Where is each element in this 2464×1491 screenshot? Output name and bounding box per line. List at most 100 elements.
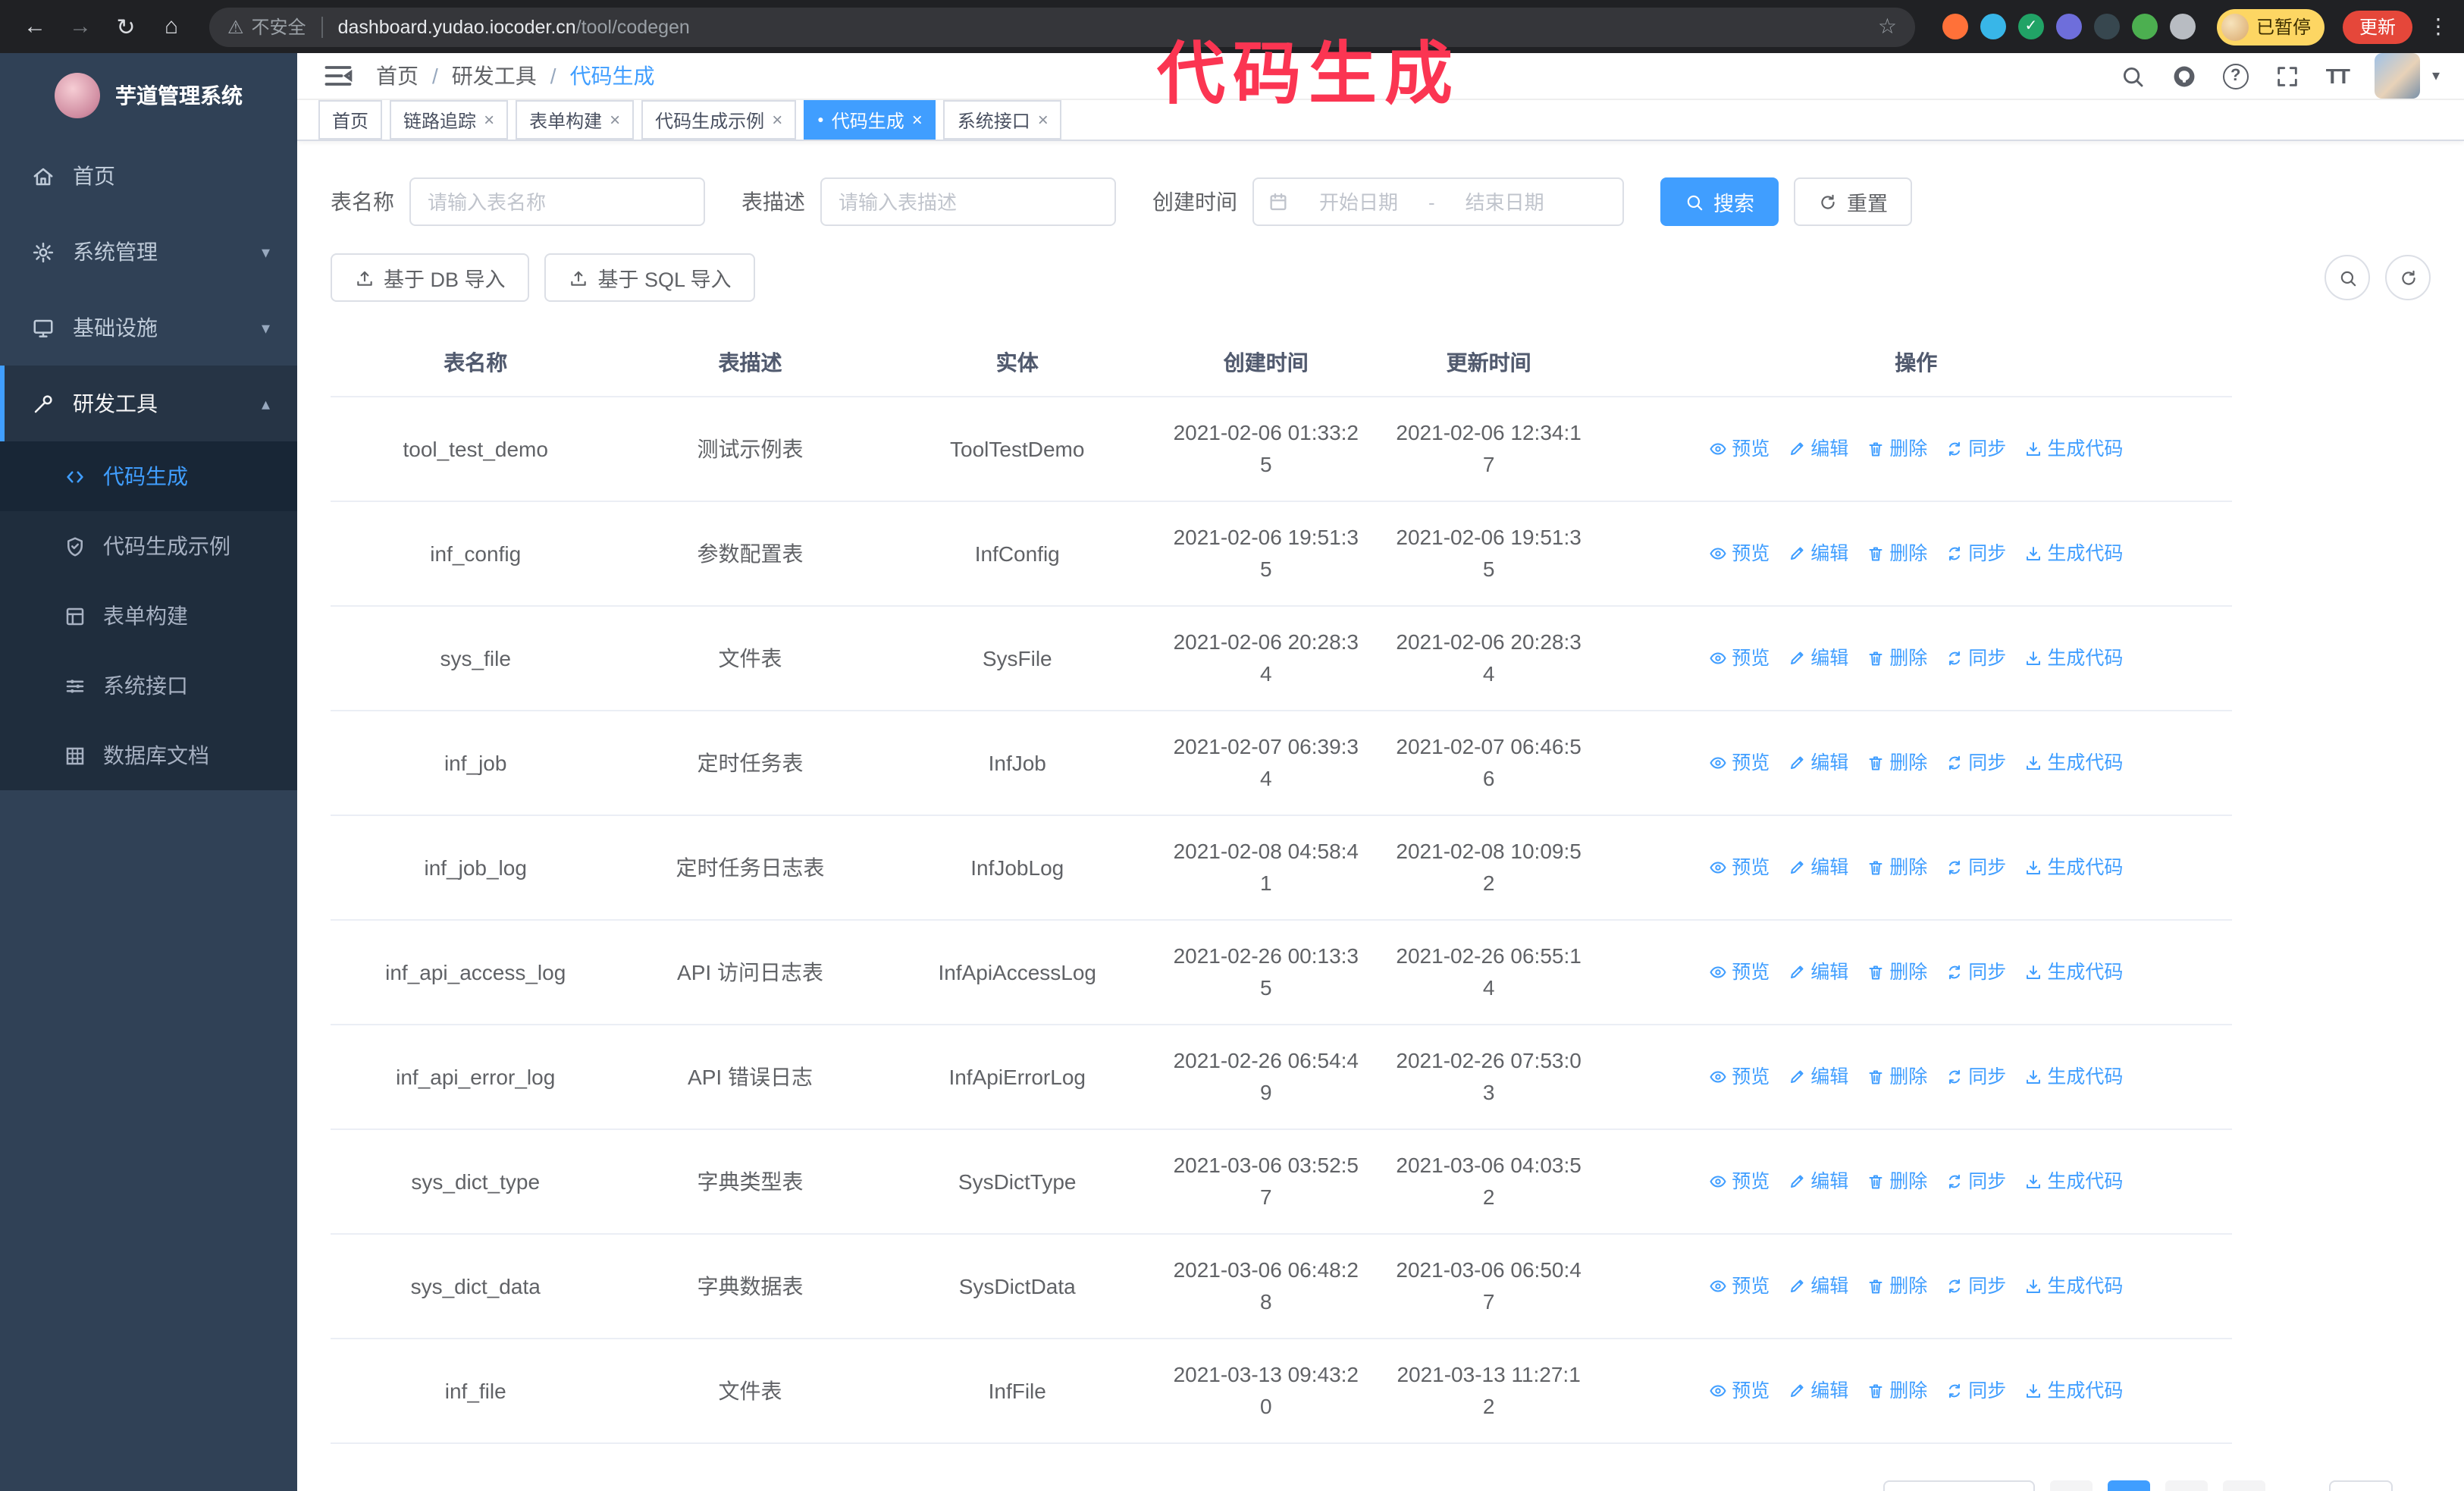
github-icon[interactable] [2171,63,2197,89]
browser-update-button[interactable]: 更新 [2342,10,2412,43]
preview-link[interactable]: 预览 [1709,642,1770,674]
generate-code-link[interactable]: 生成代码 [2024,538,2123,570]
breadcrumb-home[interactable]: 首页 [376,61,419,91]
delete-link[interactable]: 删除 [1867,956,1927,988]
user-avatar[interactable] [2374,53,2420,99]
generate-code-link[interactable]: 生成代码 [2024,1375,2123,1407]
edit-link[interactable]: 编辑 [1788,852,1848,884]
sync-link[interactable]: 同步 [1945,642,2006,674]
preview-link[interactable]: 预览 [1709,747,1770,779]
page-button-2[interactable]: 2 [2165,1480,2208,1491]
sync-link[interactable]: 同步 [1945,956,2006,988]
tab-trace[interactable]: 链路追踪 × [390,100,509,140]
sidebar-item-dev-tools[interactable]: 研发工具 ▴ [0,366,297,441]
edit-link[interactable]: 编辑 [1788,538,1848,570]
tab-codegen[interactable]: ● 代码生成 × [804,100,936,140]
tab-codegen-example[interactable]: 代码生成示例 × [641,100,797,140]
generate-code-link[interactable]: 生成代码 [2024,852,2123,884]
preview-link[interactable]: 预览 [1709,1375,1770,1407]
edit-link[interactable]: 编辑 [1788,642,1848,674]
generate-code-link[interactable]: 生成代码 [2024,642,2123,674]
extension-icon-5[interactable] [2093,14,2120,39]
tab-home[interactable]: 首页 [318,100,383,140]
sync-link[interactable]: 同步 [1945,1061,2006,1093]
sidebar-item-db-docs[interactable]: 数据库文档 [0,720,297,790]
sidebar-item-system-api[interactable]: 系统接口 [0,651,297,720]
generate-code-link[interactable]: 生成代码 [2024,433,2123,465]
sidebar-item-home[interactable]: 首页 [0,138,297,214]
prev-page-button[interactable]: ‹ [2049,1480,2093,1491]
sync-link[interactable]: 同步 [1945,1166,2006,1198]
tab-system-api[interactable]: 系统接口 × [943,100,1062,140]
breadcrumb-dev-tools[interactable]: 研发工具 [452,61,537,91]
edit-link[interactable]: 编辑 [1788,433,1848,465]
help-icon[interactable]: ? [2222,63,2249,89]
reload-icon[interactable]: ↻ [106,7,146,46]
sidebar-item-infrastructure[interactable]: 基础设施 ▾ [0,290,297,366]
generate-code-link[interactable]: 生成代码 [2024,1061,2123,1093]
close-icon[interactable]: × [772,109,782,130]
tab-form-builder[interactable]: 表单构建 × [516,100,635,140]
preview-link[interactable]: 预览 [1709,1166,1770,1198]
close-icon[interactable]: × [610,109,620,130]
delete-link[interactable]: 删除 [1867,1166,1927,1198]
generate-code-link[interactable]: 生成代码 [2024,1270,2123,1302]
start-date-input[interactable] [1295,190,1422,213]
search-icon[interactable] [2120,63,2146,89]
edit-link[interactable]: 编辑 [1788,956,1848,988]
back-icon[interactable]: ← [15,7,55,46]
preview-link[interactable]: 预览 [1709,1061,1770,1093]
generate-code-link[interactable]: 生成代码 [2024,956,2123,988]
generate-code-link[interactable]: 生成代码 [2024,1166,2123,1198]
sync-link[interactable]: 同步 [1945,433,2006,465]
table-name-input[interactable] [409,177,705,226]
extension-icon-1[interactable] [1942,14,1968,39]
close-icon[interactable]: × [484,109,494,130]
generate-code-link[interactable]: 生成代码 [2024,747,2123,779]
preview-link[interactable]: 预览 [1709,538,1770,570]
table-desc-input[interactable] [820,177,1116,226]
sidebar-item-codegen-example[interactable]: 代码生成示例 [0,511,297,581]
extension-icon-2[interactable] [1980,14,2006,39]
page-button-1[interactable]: 1 [2107,1480,2150,1491]
preview-link[interactable]: 预览 [1709,956,1770,988]
preview-link[interactable]: 预览 [1709,1270,1770,1302]
edit-link[interactable]: 编辑 [1788,1270,1848,1302]
close-icon[interactable]: × [912,109,923,130]
edit-link[interactable]: 编辑 [1788,747,1848,779]
hamburger-icon[interactable] [321,59,355,93]
sync-link[interactable]: 同步 [1945,1375,2006,1407]
search-button[interactable]: 搜索 [1660,177,1779,226]
next-page-button[interactable]: › [2222,1480,2265,1491]
sidebar-item-system-management[interactable]: 系统管理 ▾ [0,214,297,290]
delete-link[interactable]: 删除 [1867,1270,1927,1302]
sidebar-item-form-builder[interactable]: 表单构建 [0,581,297,651]
sync-link[interactable]: 同步 [1945,747,2006,779]
delete-link[interactable]: 删除 [1867,642,1927,674]
refresh-table-button[interactable] [2385,255,2431,300]
address-bar[interactable]: ⚠ 不安全 dashboard.yudao.iocoder.cn/tool/co… [209,7,1915,46]
preview-link[interactable]: 预览 [1709,433,1770,465]
page-size-select[interactable]: 10条/页 ▾ [1882,1480,2035,1491]
edit-link[interactable]: 编辑 [1788,1375,1848,1407]
close-icon[interactable]: × [1038,109,1049,130]
goto-page-input[interactable] [2328,1480,2393,1491]
import-db-button[interactable]: 基于 DB 导入 [331,253,530,302]
extension-icon-6[interactable] [2131,14,2158,39]
edit-link[interactable]: 编辑 [1788,1166,1848,1198]
toggle-search-button[interactable] [2324,255,2370,300]
font-size-icon[interactable]: TT [2326,64,2350,88]
preview-link[interactable]: 预览 [1709,852,1770,884]
bookmark-star-icon[interactable]: ☆ [1878,14,1897,39]
sync-link[interactable]: 同步 [1945,1270,2006,1302]
delete-link[interactable]: 删除 [1867,538,1927,570]
extensions-puzzle-icon[interactable] [2169,14,2196,39]
delete-link[interactable]: 删除 [1867,1375,1927,1407]
delete-link[interactable]: 删除 [1867,1061,1927,1093]
delete-link[interactable]: 删除 [1867,433,1927,465]
delete-link[interactable]: 删除 [1867,852,1927,884]
sidebar-item-codegen[interactable]: 代码生成 [0,441,297,511]
browser-home-icon[interactable]: ⌂ [152,7,191,46]
reset-button[interactable]: 重置 [1794,177,1912,226]
sync-link[interactable]: 同步 [1945,852,2006,884]
